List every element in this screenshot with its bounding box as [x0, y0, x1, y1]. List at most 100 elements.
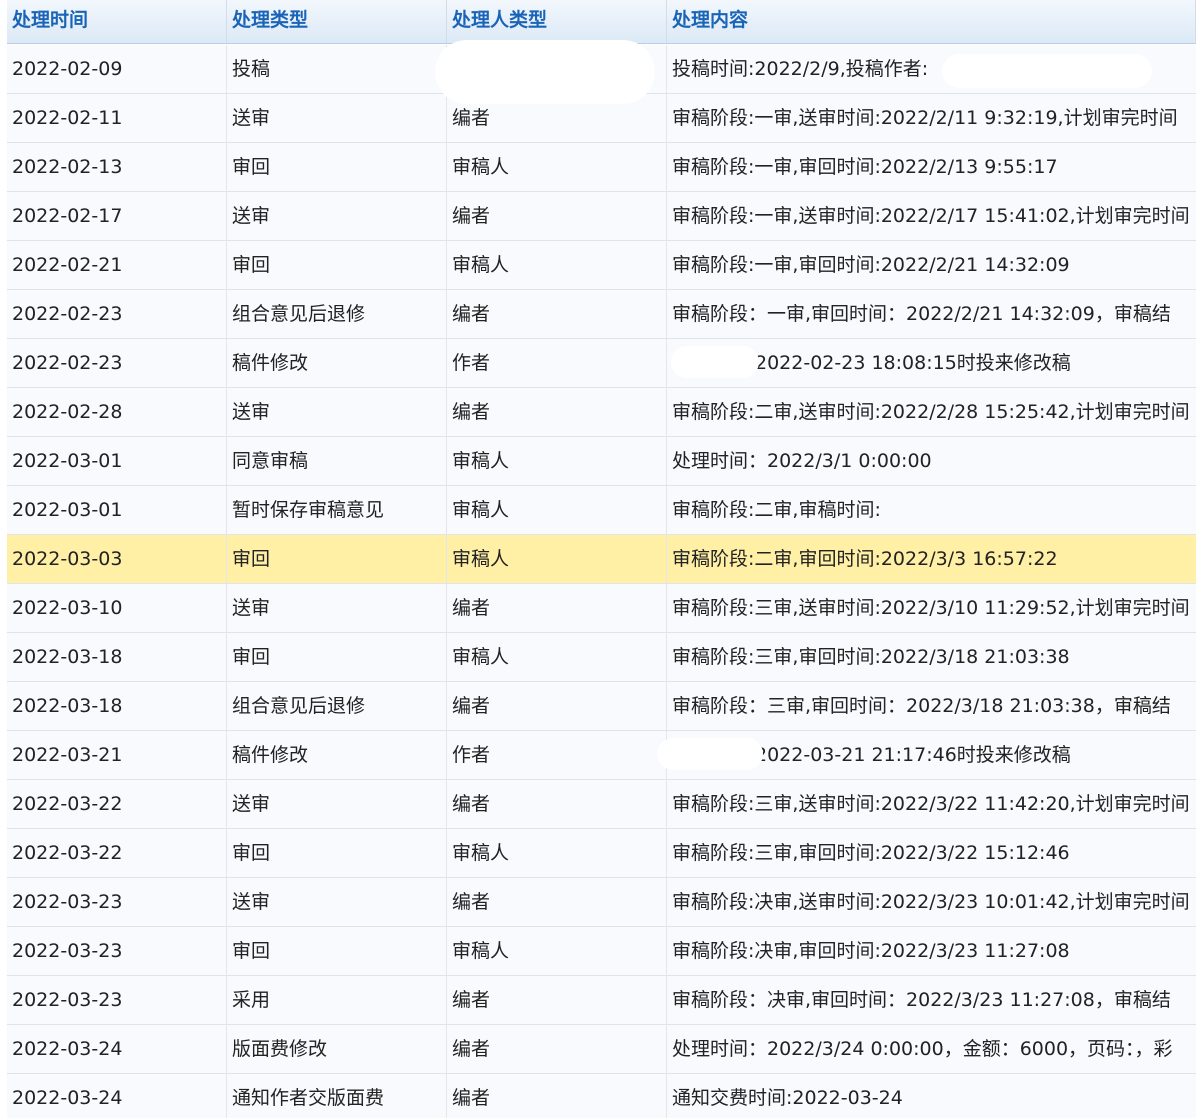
table-row[interactable]: 2022-03-23 采用 编者 审稿阶段：决审,审回时间：2022/3/23 11:… — [7, 976, 1196, 1025]
header-time[interactable]: 处理时间 — [7, 0, 227, 43]
cell-content: 审稿阶段：决审,审回时间：2022/3/23 11:27:08，审稿结 — [672, 989, 1171, 1011]
cell-time: 2022-03-01 — [7, 437, 227, 485]
cell-role: 编者 — [447, 388, 667, 436]
table-row[interactable]: 2022-03-01 暂时保存审稿意见 审稿人 审稿阶段:二审,审稿时间: — [7, 486, 1196, 535]
table-row[interactable]: 2022-02-23 组合意见后退修 编者 审稿阶段：一审,审回时间：2022/2/2… — [7, 290, 1196, 339]
redaction-mark — [435, 40, 655, 104]
cell-type: 审回 — [227, 633, 447, 681]
cell-content: 审稿阶段:决审,审回时间:2022/3/23 11:27:08 — [672, 940, 1070, 962]
cell-type: 版面费修改 — [227, 1025, 447, 1073]
table-row[interactable]: 2022-03-18 审回 审稿人 审稿阶段:三审,审回时间:2022/3/18 21… — [7, 633, 1196, 682]
cell-type: 送审 — [227, 192, 447, 240]
table-row[interactable]: 2022-03-01 同意审稿 审稿人 处理时间：2022/3/1 0:00:00 — [7, 437, 1196, 486]
cell-time: 2022-02-23 — [7, 290, 227, 338]
cell-content: 审稿阶段：三审,审回时间：2022/3/18 21:03:38，审稿结 — [672, 695, 1171, 717]
cell-content: 通知交费时间:2022-03-24 — [672, 1087, 903, 1109]
cell-type: 稿件修改 — [227, 731, 447, 779]
cell-type: 同意审稿 — [227, 437, 447, 485]
cell-content: 审稿阶段:二审,送审时间:2022/2/28 15:25:42,计划审完时间 — [672, 401, 1190, 423]
table-row[interactable]: 2022-02-13 审回 审稿人 审稿阶段:一审,审回时间:2022/2/13 9:… — [7, 143, 1196, 192]
cell-type: 审回 — [227, 535, 447, 583]
cell-time: 2022-03-23 — [7, 878, 227, 926]
cell-content: 审稿阶段:二审,审回时间:2022/3/3 16:57:22 — [672, 548, 1058, 570]
cell-time: 2022-03-01 — [7, 486, 227, 534]
cell-role: 编者 — [447, 1074, 667, 1118]
cell-role: 编者 — [447, 290, 667, 338]
cell-type: 审回 — [227, 829, 447, 877]
cell-role: 作者 — [447, 731, 667, 779]
cell-type: 审回 — [227, 927, 447, 975]
cell-time: 2022-03-23 — [7, 976, 227, 1024]
table-row[interactable]: 2022-03-23 审回 审稿人 审稿阶段:决审,审回时间:2022/3/23 11… — [7, 927, 1196, 976]
cell-role: 编者 — [447, 584, 667, 632]
cell-role: 审稿人 — [447, 535, 667, 583]
cell-time: 2022-02-28 — [7, 388, 227, 436]
cell-type: 送审 — [227, 780, 447, 828]
cell-role: 审稿人 — [447, 927, 667, 975]
cell-time: 2022-02-21 — [7, 241, 227, 289]
table-row[interactable]: 2022-03-18 组合意见后退修 编者 审稿阶段：三审,审回时间：2022/3/1… — [7, 682, 1196, 731]
cell-type: 送审 — [227, 94, 447, 142]
cell-role: 作者 — [447, 339, 667, 387]
cell-type: 采用 — [227, 976, 447, 1024]
cell-role: 编者 — [447, 682, 667, 730]
table-row[interactable]: 2022-02-28 送审 编者 审稿阶段:二审,送审时间:2022/2/28 15:… — [7, 388, 1196, 437]
cell-time: 2022-03-10 — [7, 584, 227, 632]
redaction-mark — [942, 54, 1152, 88]
cell-content: 处理时间：2022/3/24 0:00:00，金额：6000，页码：，彩 — [672, 1038, 1173, 1060]
cell-content: 审稿阶段:三审,审回时间:2022/3/18 21:03:38 — [672, 646, 1070, 668]
table-row[interactable]: 2022-03-24 通知作者交版面费 编者 通知交费时间:2022-03-24 — [7, 1074, 1196, 1118]
cell-content: 审稿阶段:三审,送审时间:2022/3/22 11:42:20,计划审完时间 — [672, 793, 1190, 815]
table-row[interactable]: 2022-03-22 审回 审稿人 审稿阶段:三审,审回时间:2022/3/22 15… — [7, 829, 1196, 878]
header-content[interactable]: 处理内容 — [667, 0, 1196, 43]
header-type[interactable]: 处理类型 — [227, 0, 447, 43]
cell-content: 审稿阶段:一审,审回时间:2022/2/21 14:32:09 — [672, 254, 1070, 276]
header-role[interactable]: 处理人类型 — [447, 0, 667, 43]
table-row[interactable]: 2022-03-10 送审 编者 审稿阶段:三审,送审时间:2022/3/10 11:… — [7, 584, 1196, 633]
cell-time: 2022-03-24 — [7, 1074, 227, 1118]
redaction-mark — [657, 738, 763, 770]
table-row[interactable]: 2022-02-21 审回 审稿人 审稿阶段:一审,审回时间:2022/2/21 14… — [7, 241, 1196, 290]
cell-role: 审稿人 — [447, 486, 667, 534]
cell-type: 组合意见后退修 — [227, 290, 447, 338]
cell-role: 审稿人 — [447, 633, 667, 681]
cell-role: 审稿人 — [447, 829, 667, 877]
table-row[interactable]: 2022-03-21 稿件修改 作者 2022-03-21 21:17:46时投来修改… — [7, 731, 1196, 780]
cell-content: 处理时间：2022/3/1 0:00:00 — [672, 450, 932, 472]
cell-time: 2022-03-18 — [7, 682, 227, 730]
cell-role: 编者 — [447, 192, 667, 240]
table-row[interactable]: 2022-03-23 送审 编者 审稿阶段:决审,送审时间:2022/3/23 10:… — [7, 878, 1196, 927]
cell-content: 审稿阶段:二审,审稿时间: — [672, 499, 881, 521]
cell-role: 编者 — [447, 780, 667, 828]
cell-content: 审稿阶段：一审,审回时间：2022/2/21 14:32:09，审稿结 — [672, 303, 1171, 325]
table-row[interactable]: 2022-03-03 审回 审稿人 审稿阶段:二审,审回时间:2022/3/3 16:… — [7, 535, 1196, 584]
cell-content: 审稿阶段:三审,审回时间:2022/3/22 15:12:46 — [672, 842, 1070, 864]
cell-content: 审稿阶段:一审,送审时间:2022/2/11 9:32:19,计划审完时间 — [672, 107, 1178, 129]
cell-time: 2022-02-17 — [7, 192, 227, 240]
cell-time: 2022-03-21 — [7, 731, 227, 779]
cell-type: 送审 — [227, 584, 447, 632]
table-row[interactable]: 2022-02-17 送审 编者 审稿阶段:一审,送审时间:2022/2/17 15:… — [7, 192, 1196, 241]
cell-time: 2022-02-11 — [7, 94, 227, 142]
cell-type: 投稿 — [227, 45, 447, 93]
cell-type: 送审 — [227, 388, 447, 436]
table-header: 处理时间 处理类型 处理人类型 处理内容 — [7, 0, 1196, 44]
cell-time: 2022-03-23 — [7, 927, 227, 975]
table-row[interactable]: 2022-03-24 版面费修改 编者 处理时间：2022/3/24 0:00:00，… — [7, 1025, 1196, 1074]
cell-content: 审稿阶段:一审,送审时间:2022/2/17 15:41:02,计划审完时间 — [672, 205, 1190, 227]
cell-role: 审稿人 — [447, 241, 667, 289]
cell-time: 2022-02-13 — [7, 143, 227, 191]
cell-type: 组合意见后退修 — [227, 682, 447, 730]
cell-time: 2022-03-24 — [7, 1025, 227, 1073]
table-row[interactable]: 2022-02-23 稿件修改 作者 2022-02-23 18:08:15时投来修改… — [7, 339, 1196, 388]
table-row[interactable]: 2022-03-22 送审 编者 审稿阶段:三审,送审时间:2022/3/22 11:… — [7, 780, 1196, 829]
cell-role: 审稿人 — [447, 143, 667, 191]
cell-type: 送审 — [227, 878, 447, 926]
cell-content: 审稿阶段:三审,送审时间:2022/3/10 11:29:52,计划审完时间 — [672, 597, 1190, 619]
cell-time: 2022-03-22 — [7, 829, 227, 877]
cell-time: 2022-03-03 — [7, 535, 227, 583]
cell-role: 编者 — [447, 878, 667, 926]
cell-type: 稿件修改 — [227, 339, 447, 387]
cell-role: 编者 — [447, 976, 667, 1024]
redaction-mark — [671, 346, 759, 378]
